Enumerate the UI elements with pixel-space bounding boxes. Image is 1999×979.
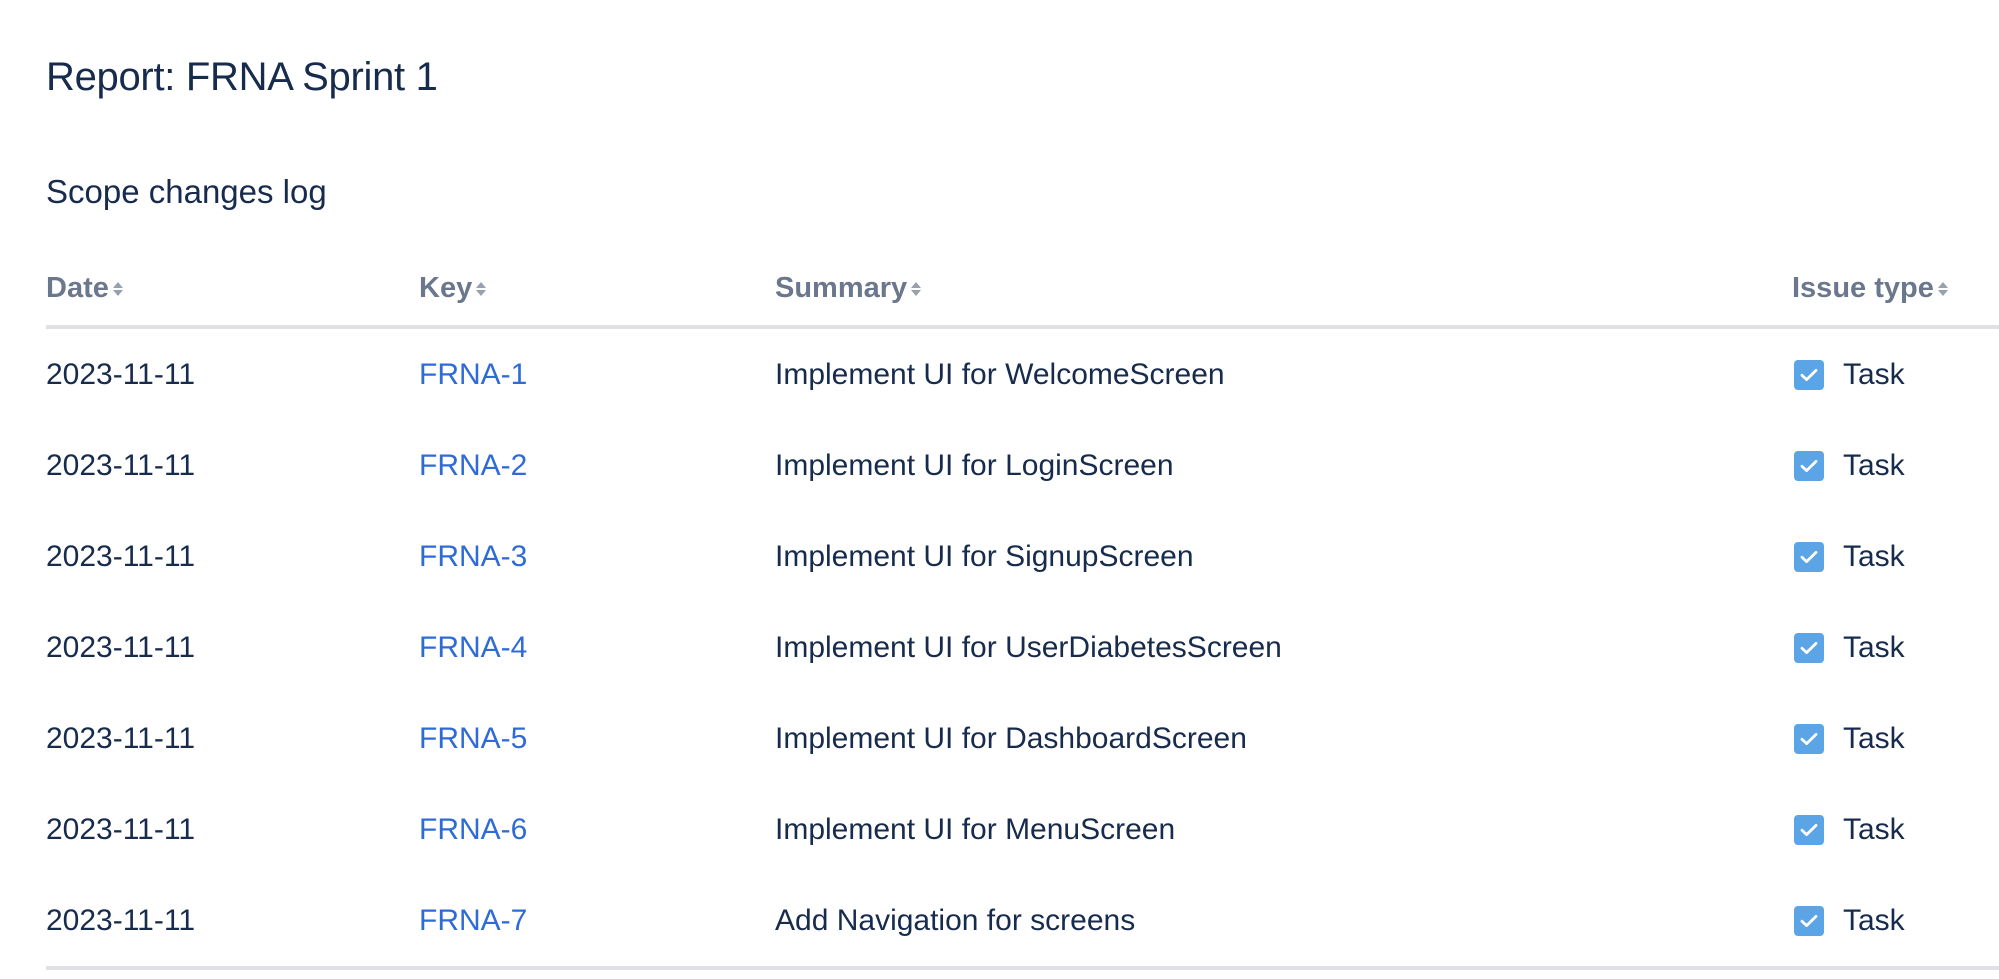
- issue-type-cell: Task: [1792, 875, 1905, 966]
- task-checkbox-icon: [1794, 905, 1824, 936]
- summary-cell: Implement UI for LoginScreen: [775, 448, 1174, 482]
- table-row: 2023-11-11 FRNA-5 Implement UI for Dashb…: [46, 693, 1999, 784]
- key-cell: FRNA-5: [419, 693, 527, 784]
- date-cell: 2023-11-11: [46, 539, 196, 573]
- issue-key-link[interactable]: FRNA-2: [419, 449, 527, 483]
- key-cell: FRNA-3: [419, 511, 527, 602]
- summary-cell: Implement UI for SignupScreen: [775, 539, 1194, 573]
- table-header: Date Key Summary Issue type: [46, 255, 1999, 329]
- sort-icon: [1937, 278, 1949, 300]
- section-title: Scope changes log: [46, 173, 327, 210]
- key-cell: FRNA-4: [419, 602, 527, 693]
- column-header-label: Date: [46, 272, 109, 304]
- issue-type-label: Task: [1843, 721, 1905, 755]
- summary-cell: Implement UI for UserDiabetesScreen: [775, 630, 1282, 664]
- sort-icon: [475, 278, 487, 300]
- table-row: 2023-11-11 FRNA-4 Implement UI for UserD…: [46, 602, 1999, 693]
- column-header-key[interactable]: Key: [419, 272, 487, 305]
- table-body: 2023-11-11 FRNA-1 Implement UI for Welco…: [46, 329, 1999, 970]
- issue-type-label: Task: [1843, 812, 1905, 846]
- issue-type-cell: Task: [1792, 511, 1905, 602]
- issue-key-link[interactable]: FRNA-6: [419, 813, 527, 847]
- column-header-label: Issue type: [1792, 272, 1934, 304]
- issue-type-label: Task: [1843, 539, 1905, 573]
- table-row: 2023-11-11 FRNA-3 Implement UI for Signu…: [46, 511, 1999, 602]
- issue-type-label: Task: [1843, 630, 1905, 664]
- table-row: 2023-11-11 FRNA-1 Implement UI for Welco…: [46, 329, 1999, 420]
- task-checkbox-icon: [1794, 814, 1824, 845]
- column-header-date[interactable]: Date: [46, 272, 124, 305]
- date-cell: 2023-11-11: [46, 357, 196, 391]
- key-cell: FRNA-2: [419, 420, 527, 511]
- issue-key-link[interactable]: FRNA-5: [419, 722, 527, 756]
- issue-type-cell: Task: [1792, 693, 1905, 784]
- table-row: 2023-11-11 FRNA-6 Implement UI for MenuS…: [46, 784, 1999, 875]
- issue-key-link[interactable]: FRNA-3: [419, 540, 527, 574]
- issue-type-cell: Task: [1792, 784, 1905, 875]
- issue-type-label: Task: [1843, 903, 1905, 937]
- summary-cell: Add Navigation for screens: [775, 903, 1136, 937]
- key-cell: FRNA-6: [419, 784, 527, 875]
- date-cell: 2023-11-11: [46, 812, 196, 846]
- task-checkbox-icon: [1794, 541, 1824, 572]
- key-cell: FRNA-1: [419, 329, 527, 420]
- date-cell: 2023-11-11: [46, 448, 196, 482]
- summary-cell: Implement UI for WelcomeScreen: [775, 357, 1225, 391]
- issue-type-label: Task: [1843, 448, 1905, 482]
- issue-type-label: Task: [1843, 357, 1905, 391]
- issue-type-cell: Task: [1792, 602, 1905, 693]
- issue-key-link[interactable]: FRNA-4: [419, 631, 527, 665]
- column-header-issue-type[interactable]: Issue type: [1792, 272, 1949, 305]
- task-checkbox-icon: [1794, 632, 1824, 663]
- task-checkbox-icon: [1794, 723, 1824, 754]
- summary-cell: Implement UI for DashboardScreen: [775, 721, 1247, 755]
- table-row: 2023-11-11 FRNA-7 Add Navigation for scr…: [46, 875, 1999, 966]
- column-header-label: Summary: [775, 272, 908, 304]
- task-checkbox-icon: [1794, 450, 1824, 481]
- issue-type-cell: Task: [1792, 329, 1905, 420]
- column-header-summary[interactable]: Summary: [775, 272, 922, 305]
- page-title: Report: FRNA Sprint 1: [46, 55, 438, 99]
- issue-key-link[interactable]: FRNA-1: [419, 358, 527, 392]
- table-row: 2023-11-11 FRNA-2 Implement UI for Login…: [46, 420, 1999, 511]
- date-cell: 2023-11-11: [46, 721, 196, 755]
- sort-icon: [910, 278, 922, 300]
- date-cell: 2023-11-11: [46, 903, 196, 937]
- issue-key-link[interactable]: FRNA-7: [419, 904, 527, 938]
- key-cell: FRNA-7: [419, 875, 527, 966]
- task-checkbox-icon: [1794, 359, 1824, 390]
- summary-cell: Implement UI for MenuScreen: [775, 812, 1176, 846]
- column-header-label: Key: [419, 272, 473, 304]
- issue-type-cell: Task: [1792, 420, 1905, 511]
- date-cell: 2023-11-11: [46, 630, 196, 664]
- scope-changes-table: Date Key Summary Issue type 2023-11-11 F…: [46, 255, 1999, 970]
- sort-icon: [112, 278, 124, 300]
